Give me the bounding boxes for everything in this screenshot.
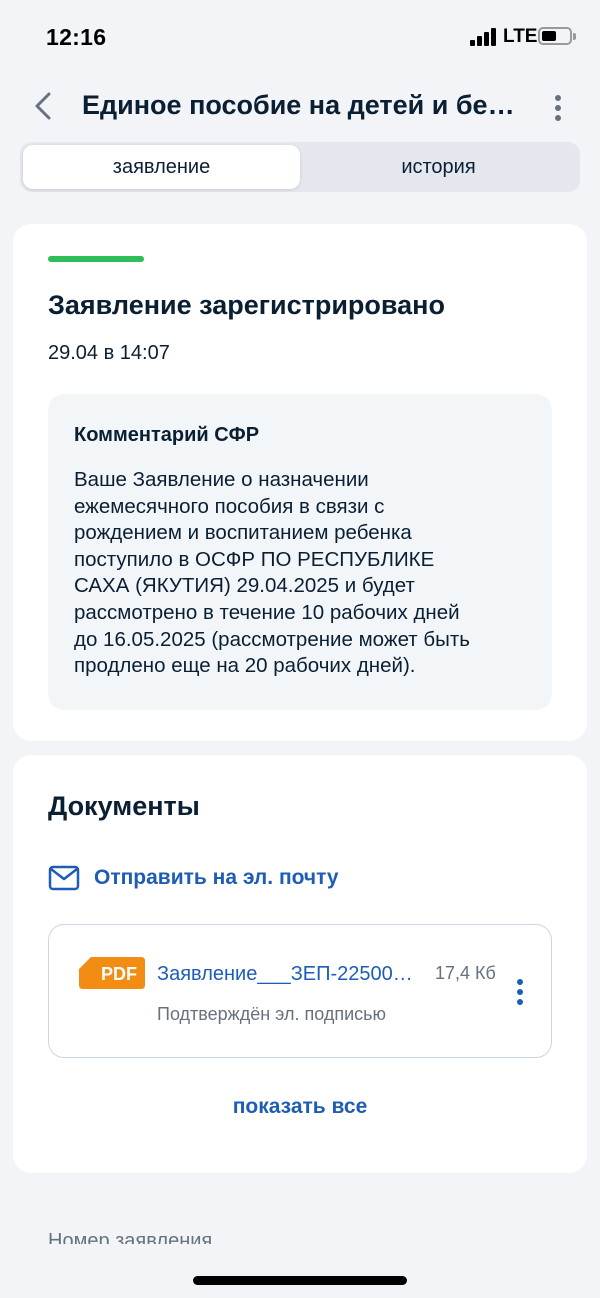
document-more-button[interactable] xyxy=(511,975,529,1009)
segmented-tabs: заявление история xyxy=(20,142,580,192)
home-indicator[interactable] xyxy=(193,1276,407,1285)
screen: 12:16 LTE Единое пособие на детей и бере… xyxy=(0,0,600,1298)
documents-title: Документы xyxy=(48,791,200,821)
comment-line: поступило в ОСФР ПО РЕСПУБЛИКЕ xyxy=(74,547,435,571)
status-date: 29.04 в 14:07 xyxy=(48,342,170,364)
tab-history[interactable]: история xyxy=(300,145,577,189)
signal-icon xyxy=(470,28,498,46)
document-item[interactable]: PDF Заявление___ЗЕП-2250000000.pdf 17,4 … xyxy=(48,924,552,1058)
comment-line: до 16.05.2025 (рассмотрение может быть xyxy=(74,627,470,651)
comment-box: Комментарий СФР Ваше Заявление о назначе… xyxy=(48,394,552,710)
more-vertical-icon xyxy=(517,979,523,985)
status-time: 12:16 xyxy=(46,24,107,50)
pdf-file-icon: PDF xyxy=(79,957,145,989)
comment-line: рождением и воспитанием ребенка xyxy=(74,521,412,545)
top-app-bar: Единое пособие на детей и беременным xyxy=(0,76,600,136)
pdf-badge-label: PDF xyxy=(101,964,137,984)
mail-icon xyxy=(48,865,80,891)
back-button[interactable] xyxy=(26,86,60,126)
chevron-left-icon xyxy=(35,92,51,120)
comment-line: продлено еще на 20 рабочих дней). xyxy=(74,654,416,678)
bottom-safe-area xyxy=(0,1244,600,1298)
more-options-button[interactable] xyxy=(544,88,572,128)
status-title: Заявление зарегистрировано xyxy=(48,290,445,320)
comment-line: САХА (ЯКУТИЯ) 29.04.2025 и будет xyxy=(74,574,415,598)
comment-line: ежемесячного пособия в связи с xyxy=(74,494,385,518)
send-email-label: Отправить на эл. почту xyxy=(94,866,339,889)
comment-line: Ваше Заявление о назначении xyxy=(74,468,369,491)
network-type: LTE xyxy=(503,26,538,47)
comment-line: рассмотрено в течение 10 рабочих дней xyxy=(74,600,460,624)
page-title: Единое пособие на детей и беременным xyxy=(82,90,522,120)
status-card: Заявление зарегистрировано 29.04 в 14:07… xyxy=(13,224,587,741)
comment-text: Ваше Заявление о назначении ежемесячного… xyxy=(74,467,526,680)
battery-icon xyxy=(538,27,576,45)
status-bar: 12:16 LTE xyxy=(0,0,600,76)
comment-title: Комментарий СФР xyxy=(74,424,260,446)
document-name[interactable]: Заявление___ЗЕП-2250000000.pdf xyxy=(157,963,419,986)
show-all-button[interactable]: показать все xyxy=(13,1095,587,1119)
status-progress-indicator xyxy=(48,256,144,262)
more-vertical-icon xyxy=(555,95,561,101)
tab-application[interactable]: заявление xyxy=(23,145,300,189)
document-size: 17,4 Кб xyxy=(435,963,496,983)
documents-card: Документы Отправить на эл. почту PDF Зая… xyxy=(13,755,587,1173)
send-email-button[interactable]: Отправить на эл. почту xyxy=(48,861,339,895)
document-signature-status: Подтверждён эл. подписью xyxy=(157,1004,387,1024)
